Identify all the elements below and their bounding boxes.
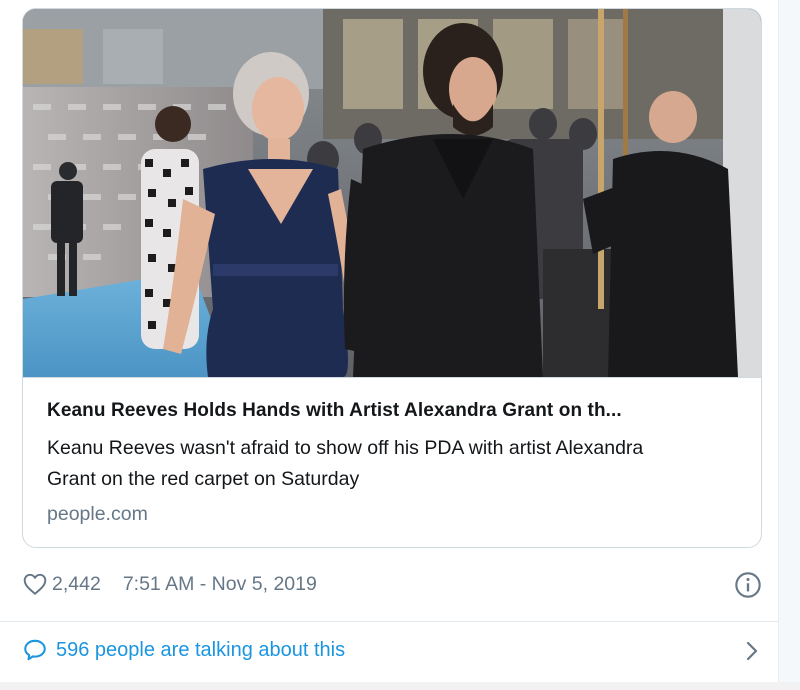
info-icon[interactable]: [734, 571, 762, 599]
card-body[interactable]: Keanu Reeves Holds Hands with Artist Ale…: [23, 377, 761, 547]
card-image[interactable]: [23, 9, 761, 377]
divider: [0, 621, 780, 622]
card-title[interactable]: Keanu Reeves Holds Hands with Artist Ale…: [47, 400, 739, 422]
red-carpet-photo: [23, 9, 761, 377]
heart-icon[interactable]: [22, 571, 48, 597]
card-description: Keanu Reeves wasn't afraid to show off h…: [47, 437, 644, 490]
link-card[interactable]: Keanu Reeves Holds Hands with Artist Ale…: [22, 8, 762, 548]
speech-bubble-icon: [24, 639, 46, 661]
tweet-timestamp[interactable]: 7:51 AM - Nov 5, 2019: [123, 573, 317, 596]
tweet-meta-row: 2,442 7:51 AM - Nov 5, 2019: [22, 566, 762, 602]
conversation-label[interactable]: 596 people are talking about this: [56, 639, 345, 662]
like-count[interactable]: 2,442: [52, 573, 101, 596]
conversation-link[interactable]: 596 people are talking about this: [22, 632, 762, 668]
tweet-frame: Keanu Reeves Holds Hands with Artist Ale…: [0, 0, 800, 690]
chevron-right-icon[interactable]: [742, 640, 762, 662]
bottom-edge: [0, 682, 800, 690]
card-domain: people.com: [47, 503, 148, 525]
scroll-edge: [778, 0, 800, 690]
